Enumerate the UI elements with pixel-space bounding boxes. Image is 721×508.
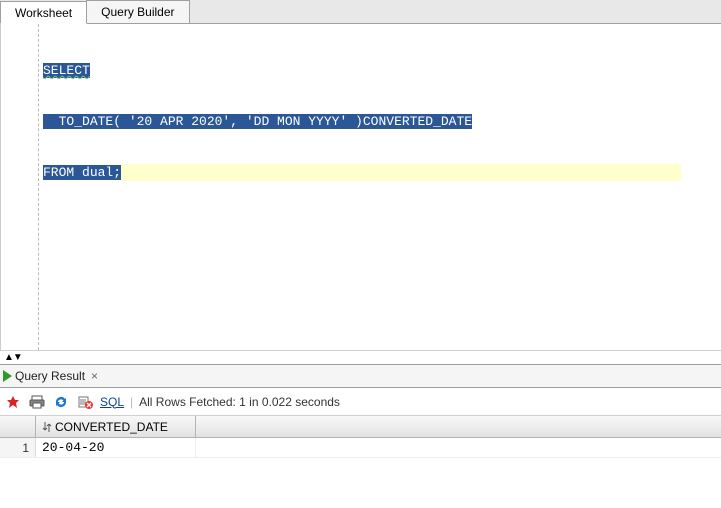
result-grid: CONVERTED_DATE 1 20-04-20	[0, 416, 721, 458]
sort-icon	[42, 421, 52, 433]
editor-caret-line-highlight	[121, 164, 681, 181]
sql-line3-rest: dual;	[74, 165, 121, 180]
tab-query-result[interactable]: Query Result	[15, 369, 85, 383]
sql-keyword-from: FROM	[43, 165, 74, 180]
sql-keyword-select: SELECT	[43, 63, 90, 78]
pane-splitter[interactable]: ▲▼	[0, 350, 721, 364]
print-icon[interactable]	[28, 393, 46, 411]
results-tabbar: Query Result ×	[0, 364, 721, 388]
rownum-header	[0, 416, 36, 437]
play-icon	[3, 370, 12, 382]
sql-link[interactable]: SQL	[100, 395, 124, 409]
table-row[interactable]: 1 20-04-20	[0, 438, 721, 458]
results-toolbar: SQL | All Rows Fetched: 1 in 0.022 secon…	[0, 388, 721, 416]
editor-tabbar: Worksheet Query Builder	[0, 0, 721, 24]
refresh-icon[interactable]	[52, 393, 70, 411]
editor-gutter	[1, 24, 39, 350]
toolbar-separator: |	[130, 395, 133, 409]
sql-line2: TO_DATE( '20 APR 2020', 'DD MON YYYY' )C…	[43, 114, 472, 129]
tab-worksheet[interactable]: Worksheet	[0, 1, 87, 24]
cell-converted-date[interactable]: 20-04-20	[36, 438, 196, 457]
fetch-status: All Rows Fetched: 1 in 0.022 seconds	[139, 395, 340, 409]
grid-header-row: CONVERTED_DATE	[0, 416, 721, 438]
splitter-handle-icon: ▲▼	[4, 352, 22, 363]
tab-query-builder[interactable]: Query Builder	[86, 0, 189, 23]
column-header[interactable]: CONVERTED_DATE	[36, 416, 196, 437]
delete-icon[interactable]	[76, 393, 94, 411]
pin-icon[interactable]	[4, 393, 22, 411]
close-icon[interactable]: ×	[91, 369, 98, 383]
row-number: 1	[0, 438, 36, 457]
sql-code-area[interactable]: SELECT TO_DATE( '20 APR 2020', 'DD MON Y…	[39, 24, 721, 350]
column-header-label: CONVERTED_DATE	[55, 420, 168, 434]
sql-editor[interactable]: SELECT TO_DATE( '20 APR 2020', 'DD MON Y…	[0, 24, 721, 350]
